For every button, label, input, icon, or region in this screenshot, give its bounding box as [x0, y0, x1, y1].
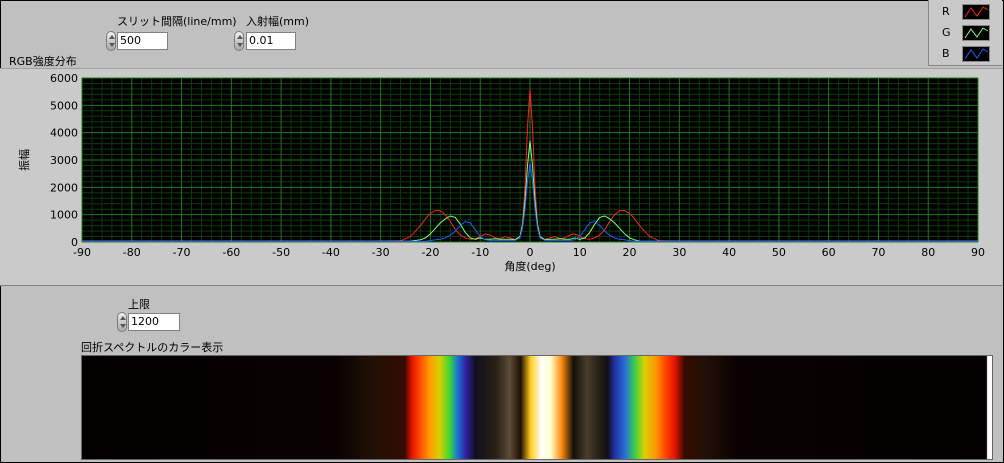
upper-limit-stepper[interactable]	[117, 312, 127, 332]
x-tick-label: -70	[173, 246, 191, 259]
upper-limit-input[interactable]: 1200	[128, 313, 180, 331]
y-tick-label: 3000	[50, 154, 78, 167]
x-tick-label: 40	[722, 246, 736, 259]
diffraction-spectrum-display	[81, 355, 993, 460]
upper-limit-label: 上限	[128, 298, 150, 311]
x-tick-label: -60	[222, 246, 240, 259]
x-tick-label: 10	[573, 246, 587, 259]
x-tick-label: 70	[871, 246, 885, 259]
x-tick-label: 50	[772, 246, 786, 259]
y-tick-label: 5000	[50, 99, 78, 112]
y-tick-label: 1000	[50, 209, 78, 222]
x-tick-label: 30	[672, 246, 686, 259]
y-tick-label: 0	[71, 236, 78, 249]
y-tick-label: 4000	[50, 127, 78, 140]
x-tick-label: 0	[527, 246, 534, 259]
x-axis-label: 角度(deg)	[504, 259, 555, 273]
spectrum-title: 回折スペクトルのカラー表示	[81, 341, 224, 354]
y-tick-label: 6000	[50, 72, 78, 85]
x-tick-label: -30	[372, 246, 390, 259]
x-tick-label: -40	[322, 246, 340, 259]
x-tick-label: 80	[921, 246, 935, 259]
x-tick-label: 60	[822, 246, 836, 259]
x-tick-label: 90	[971, 246, 985, 259]
x-tick-label: 20	[623, 246, 637, 259]
x-tick-label: -10	[471, 246, 489, 259]
rgb-intensity-chart[interactable]: -90 -80 -70 -60 -50 -40 -30 -20 -10 0 10 20 30 40 50 60…	[0, 0, 1004, 290]
x-tick-label: -20	[421, 246, 439, 259]
x-tick-label: -50	[272, 246, 290, 259]
y-axis-label: 振幅	[17, 149, 31, 171]
y-tick-label: 2000	[50, 181, 78, 194]
x-tick-label: -80	[123, 246, 141, 259]
